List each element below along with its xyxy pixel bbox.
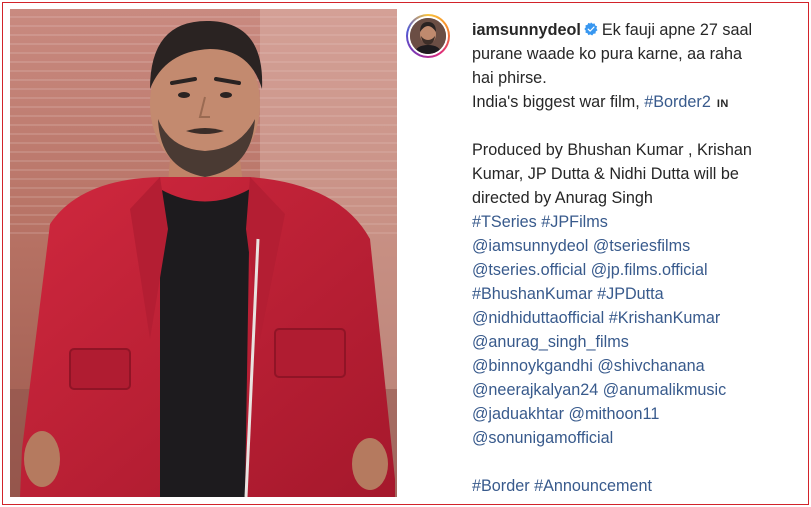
- mention-link[interactable]: @tseries.official: [472, 261, 586, 279]
- mention-link[interactable]: @sonunigamofficial: [472, 429, 613, 447]
- tag-line: @binnoykgandhi @shivchanana: [472, 354, 802, 378]
- post-caption-panel: iamsunnydeol Ek fauji apne 27 saal purane…: [406, 10, 804, 500]
- hashtag-border2[interactable]: #Border2: [644, 93, 711, 111]
- hashtag-link[interactable]: #BhushanKumar: [472, 285, 593, 303]
- hashtag-link[interactable]: #TSeries: [472, 213, 537, 231]
- tagline-text: India's biggest war film,: [472, 93, 645, 111]
- caption-first-line: Ek fauji apne 27 saal: [601, 21, 753, 39]
- caption-line: purane waade ko pura karne, aa raha: [472, 45, 742, 63]
- tag-line: @jaduakhtar @mithoon11: [472, 402, 802, 426]
- tag-line: @iamsunnydeol @tseriesfilms: [472, 234, 802, 258]
- mention-link[interactable]: @jaduakhtar: [472, 405, 564, 423]
- mention-link[interactable]: @shivchanana: [597, 357, 704, 375]
- mention-link[interactable]: @mithoon11: [569, 405, 660, 423]
- tagline: India's biggest war film, #Border2 IN: [472, 90, 802, 114]
- hashtag-link[interactable]: #JPDutta: [597, 285, 664, 303]
- tag-line: @tseries.official @jp.films.official: [472, 258, 802, 282]
- verified-badge-icon: [584, 22, 598, 36]
- tag-line: @neerajkalyan24 @anumalikmusic: [472, 378, 802, 402]
- tag-line: @nidhiduttaofficial #KrishanKumar: [472, 306, 802, 330]
- tag-line: @sonunigamofficial: [472, 426, 802, 450]
- caption-line-1: iamsunnydeol Ek fauji apne 27 saal: [472, 18, 802, 42]
- produced-line: directed by Anurag Singh: [472, 189, 653, 207]
- mention-link[interactable]: @binnoykgandhi: [472, 357, 593, 375]
- language-badge: IN: [716, 98, 729, 110]
- tag-line: @anurag_singh_films: [472, 330, 802, 354]
- produced-line: Kumar, JP Dutta & Nidhi Dutta will be: [472, 165, 739, 183]
- tag-line: #TSeries #JPFilms: [472, 210, 802, 234]
- tag-line: #BhushanKumar #JPDutta: [472, 282, 802, 306]
- avatar-photo: [410, 18, 446, 54]
- mention-link[interactable]: @nidhiduttaofficial: [472, 309, 604, 327]
- portrait-illustration: [10, 9, 397, 497]
- username-link[interactable]: iamsunnydeol: [472, 21, 581, 39]
- mention-link[interactable]: @iamsunnydeol: [472, 237, 588, 255]
- mention-link[interactable]: @anurag_singh_films: [472, 333, 629, 351]
- mention-link[interactable]: @neerajkalyan24: [472, 381, 598, 399]
- produced-line: Produced by Bhushan Kumar , Krishan: [472, 141, 752, 159]
- mention-link[interactable]: @jp.films.official: [591, 261, 708, 279]
- hashtag-link[interactable]: #JPFilms: [541, 213, 608, 231]
- mention-link[interactable]: @anumalikmusic: [603, 381, 727, 399]
- profile-avatar[interactable]: [406, 14, 450, 58]
- post-photo[interactable]: [10, 9, 397, 497]
- hashtag-link[interactable]: #KrishanKumar: [609, 309, 721, 327]
- mention-link[interactable]: @tseriesfilms: [593, 237, 690, 255]
- hashtag-link[interactable]: #Border: [472, 477, 530, 495]
- hashtag-link[interactable]: #Announcement: [534, 477, 652, 495]
- caption-line: hai phirse.: [472, 69, 547, 87]
- final-tags: #Border #Announcement: [472, 474, 802, 498]
- caption-text: iamsunnydeol Ek fauji apne 27 saal purane…: [472, 18, 802, 498]
